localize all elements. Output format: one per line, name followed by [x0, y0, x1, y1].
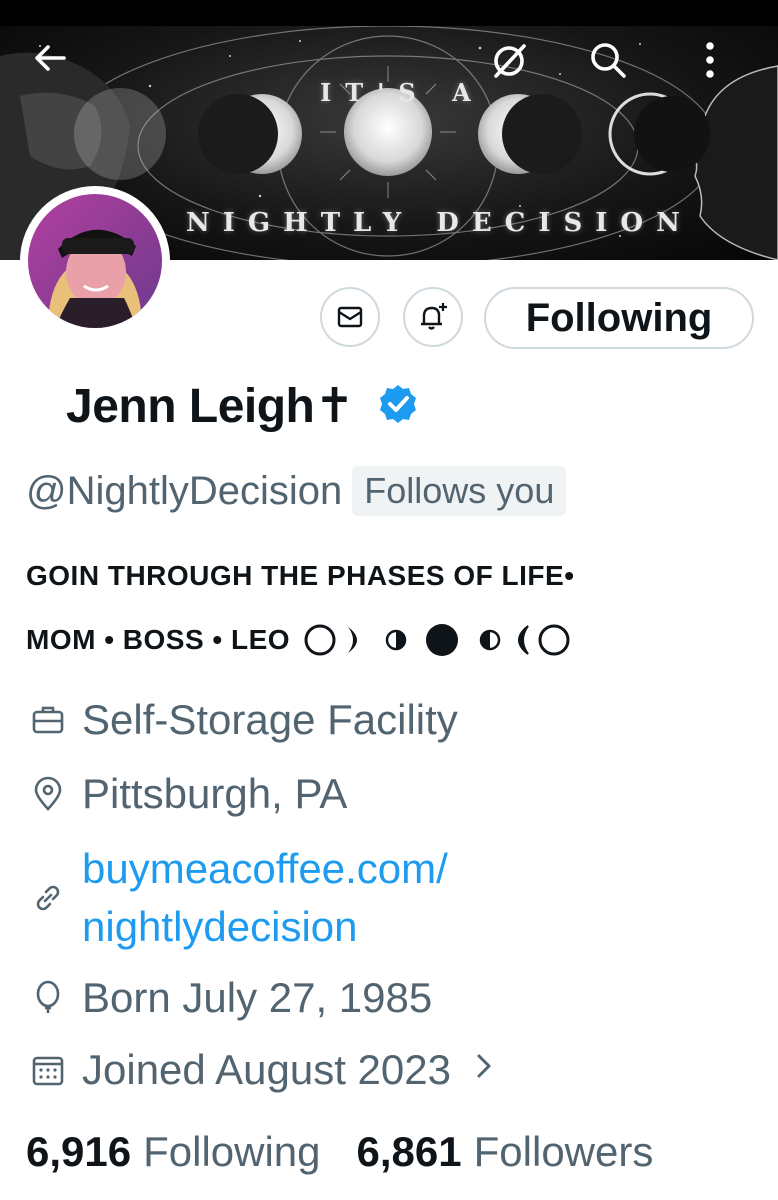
- avatar-photo: [28, 194, 162, 328]
- grok-icon: [494, 44, 526, 78]
- joined-date: Joined August 2023: [82, 1046, 451, 1093]
- display-name: Jenn Leigh✝: [66, 380, 355, 433]
- joined-details-button[interactable]: [473, 1046, 497, 1094]
- more-icon: [706, 42, 714, 78]
- followers-count: 6,861: [356, 1128, 462, 1175]
- website-link[interactable]: buymeacoffee.com/ nightlydecision: [82, 840, 448, 956]
- search-button[interactable]: [586, 38, 642, 94]
- followers-stat[interactable]: 6,861 Followers: [357, 1128, 654, 1176]
- status-bar: [0, 0, 778, 26]
- message-button[interactable]: [320, 287, 380, 347]
- notifications-button[interactable]: [403, 287, 463, 347]
- mail-icon: [337, 306, 363, 328]
- banner-title-line2: NIGHTLY DECISION: [186, 208, 693, 238]
- following-stat[interactable]: 6,916 Following: [26, 1128, 321, 1176]
- grok-button[interactable]: [488, 38, 544, 94]
- bio-line-1: GOIN THROUGH THE PHASES OF LIFE•: [26, 560, 575, 591]
- website-link-line2[interactable]: nightlydecision: [82, 898, 448, 956]
- briefcase-icon: [32, 706, 64, 734]
- chevron-right-icon: [477, 1054, 491, 1078]
- bell-plus-icon: [421, 303, 447, 330]
- location: Pittsburgh, PA: [82, 770, 348, 817]
- following-count: 6,916: [26, 1128, 132, 1175]
- avatar[interactable]: [20, 186, 170, 336]
- back-button[interactable]: [30, 38, 86, 94]
- followers-label: Followers: [473, 1128, 654, 1175]
- follows-you-badge: Follows you: [352, 466, 567, 516]
- back-arrow-icon: [35, 45, 66, 71]
- following-button[interactable]: Following: [484, 287, 754, 349]
- website-link-line1[interactable]: buymeacoffee.com/: [82, 840, 448, 898]
- bio-line-2: MOM • BOSS • LEO: [26, 624, 291, 655]
- location-icon: [34, 776, 62, 811]
- moon-phases-emoji: [304, 620, 574, 660]
- link-icon: [36, 885, 60, 911]
- more-button[interactable]: [690, 38, 746, 94]
- calendar-icon: [32, 1056, 64, 1086]
- username: @NightlyDecision: [26, 468, 343, 513]
- verified-icon: [380, 384, 417, 423]
- profession: Self-Storage Facility: [82, 696, 458, 743]
- following-label: Following: [143, 1128, 321, 1175]
- verified-badge[interactable]: [376, 382, 420, 431]
- balloon-icon: [36, 980, 60, 1013]
- banner-title-line1: IT'S A: [320, 78, 485, 107]
- birth-date: Born July 27, 1985: [82, 974, 433, 1021]
- search-icon: [591, 43, 626, 78]
